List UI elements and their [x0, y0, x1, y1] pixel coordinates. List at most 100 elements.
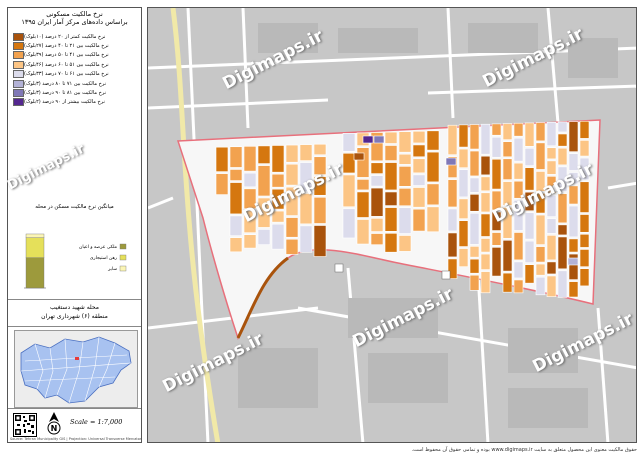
census-block[interactable]	[480, 271, 491, 294]
census-block[interactable]	[271, 223, 285, 250]
census-block[interactable]	[299, 225, 313, 253]
census-block[interactable]	[469, 258, 480, 274]
census-block[interactable]	[398, 188, 412, 207]
census-block[interactable]	[546, 218, 557, 234]
census-block[interactable]	[502, 272, 513, 293]
census-block[interactable]	[568, 205, 579, 238]
census-block[interactable]	[524, 240, 535, 263]
census-block[interactable]	[579, 120, 590, 139]
census-block[interactable]	[285, 238, 299, 255]
census-block[interactable]	[546, 261, 557, 275]
census-block[interactable]	[458, 198, 469, 219]
census-block[interactable]	[535, 276, 546, 296]
census-block[interactable]	[469, 177, 480, 193]
census-block[interactable]	[469, 246, 480, 258]
census-block[interactable]	[458, 148, 469, 168]
census-block[interactable]	[257, 165, 271, 197]
census-block[interactable]	[458, 248, 469, 267]
census-block[interactable]	[271, 173, 285, 188]
census-block[interactable]	[445, 157, 457, 166]
census-block[interactable]	[384, 131, 398, 144]
census-block[interactable]	[535, 122, 546, 142]
census-block[interactable]	[480, 176, 491, 192]
census-block[interactable]	[447, 124, 458, 155]
census-block[interactable]	[469, 194, 480, 212]
census-block[interactable]	[384, 145, 398, 161]
census-block[interactable]	[370, 218, 384, 232]
census-block[interactable]	[546, 147, 557, 160]
census-block[interactable]	[568, 121, 579, 152]
census-block[interactable]	[370, 233, 384, 245]
census-block[interactable]	[480, 155, 491, 176]
census-block[interactable]	[384, 233, 398, 253]
census-block[interactable]	[243, 172, 257, 188]
census-block[interactable]	[524, 147, 535, 166]
census-block[interactable]	[469, 274, 480, 291]
census-block[interactable]	[384, 162, 398, 191]
census-block[interactable]	[313, 143, 327, 156]
census-block[interactable]	[502, 141, 513, 158]
census-block[interactable]	[398, 131, 412, 153]
census-block[interactable]	[412, 130, 426, 144]
census-block[interactable]	[342, 133, 356, 152]
census-block[interactable]	[524, 212, 535, 240]
census-block[interactable]	[469, 124, 480, 150]
census-block[interactable]	[513, 261, 524, 279]
census-block[interactable]	[458, 169, 469, 198]
census-block[interactable]	[579, 249, 590, 267]
census-block[interactable]	[271, 145, 285, 173]
census-block[interactable]	[557, 121, 568, 133]
census-block[interactable]	[568, 281, 579, 298]
census-block[interactable]	[285, 144, 299, 163]
census-block[interactable]	[362, 135, 374, 144]
map-canvas[interactable]	[148, 8, 637, 443]
census-block[interactable]	[285, 217, 299, 238]
census-block[interactable]	[513, 279, 524, 294]
census-block[interactable]	[353, 152, 365, 161]
census-block[interactable]	[215, 173, 229, 195]
census-block[interactable]	[579, 268, 590, 287]
census-block[interactable]	[398, 207, 412, 234]
census-block[interactable]	[579, 233, 590, 248]
census-block[interactable]	[546, 121, 557, 147]
census-block[interactable]	[458, 220, 469, 247]
main-map[interactable]: Digimaps.ir Digimaps.ir Digimaps.ir Digi…	[147, 7, 637, 443]
census-block[interactable]	[426, 206, 440, 233]
census-block[interactable]	[524, 122, 535, 147]
census-block[interactable]	[342, 152, 356, 174]
census-block[interactable]	[313, 196, 327, 224]
census-block[interactable]	[370, 162, 384, 174]
census-block[interactable]	[458, 124, 469, 148]
census-block[interactable]	[384, 191, 398, 206]
census-block[interactable]	[356, 219, 370, 245]
census-block[interactable]	[535, 142, 546, 170]
census-block[interactable]	[557, 133, 568, 147]
census-block[interactable]	[557, 147, 568, 166]
census-block[interactable]	[557, 270, 568, 298]
census-block[interactable]	[491, 136, 502, 158]
census-block[interactable]	[313, 225, 327, 257]
census-block[interactable]	[370, 175, 384, 187]
census-block[interactable]	[480, 253, 491, 270]
census-block[interactable]	[557, 236, 568, 270]
census-block[interactable]	[257, 229, 271, 245]
census-block[interactable]	[524, 264, 535, 284]
census-block[interactable]	[243, 146, 257, 172]
census-block[interactable]	[384, 207, 398, 232]
census-block[interactable]	[469, 212, 480, 245]
census-block[interactable]	[447, 179, 458, 208]
census-block[interactable]	[356, 179, 370, 191]
census-block[interactable]	[426, 151, 440, 183]
census-block[interactable]	[426, 183, 440, 206]
census-block[interactable]	[447, 232, 458, 258]
census-block[interactable]	[412, 144, 426, 158]
census-block[interactable]	[373, 135, 385, 144]
census-block[interactable]	[398, 166, 412, 187]
census-block[interactable]	[502, 123, 513, 140]
census-block[interactable]	[412, 174, 426, 186]
census-block[interactable]	[299, 144, 313, 161]
census-block[interactable]	[535, 263, 546, 276]
census-block[interactable]	[480, 213, 491, 237]
census-block[interactable]	[491, 158, 502, 190]
census-block[interactable]	[568, 238, 579, 253]
